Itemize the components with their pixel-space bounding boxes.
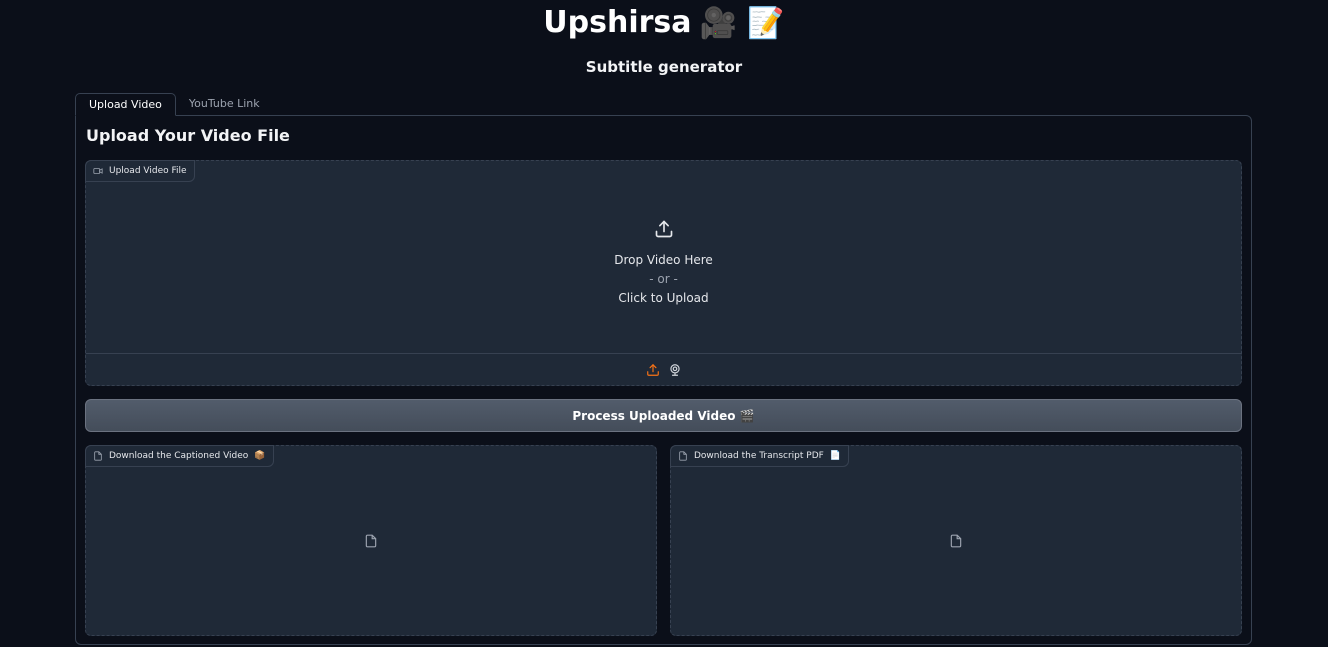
app-subtitle: Subtitle generator <box>585 58 743 76</box>
transcript-pdf-output: Download the Transcript PDF 📄 <box>670 445 1242 636</box>
upload-source-icon[interactable] <box>646 363 660 377</box>
process-button-label: Process Uploaded Video <box>572 408 736 423</box>
tab-bar: Upload Video YouTube Link <box>75 93 273 116</box>
video-camera-icon <box>93 168 103 174</box>
drop-video-text: Drop Video Here <box>614 253 713 267</box>
video-upload-dropzone[interactable]: Upload Video File Drop Video Here - or -… <box>85 160 1242 386</box>
source-selector <box>86 353 1241 385</box>
webcam-icon[interactable] <box>668 363 682 377</box>
title-emoji: 🎥 📝 <box>699 5 785 41</box>
transcript-pdf-label: Download the Transcript PDF 📄 <box>670 445 850 467</box>
or-separator: - or - <box>649 272 678 286</box>
empty-file-icon <box>365 534 377 547</box>
tab-upload-video[interactable]: Upload Video <box>75 93 176 116</box>
upload-arrow-icon <box>655 220 672 238</box>
app-title-text: Upshirsa <box>543 5 692 40</box>
captioned-video-label: Download the Captioned Video 📦 <box>85 445 274 467</box>
file-icon <box>94 451 102 461</box>
empty-file-icon <box>950 534 962 547</box>
upload-tab-panel: Upload Your Video File Upload Video File… <box>75 115 1252 645</box>
captioned-video-label-text: Download the Captioned Video <box>109 451 249 461</box>
video-input-label: Upload Video File <box>85 160 195 182</box>
process-video-button[interactable]: Process Uploaded Video 🎬 <box>85 399 1242 432</box>
captioned-video-output: Download the Captioned Video 📦 <box>85 445 657 636</box>
video-input-label-text: Upload Video File <box>109 166 187 176</box>
tab-youtube-link[interactable]: YouTube Link <box>176 93 273 116</box>
section-heading: Upload Your Video File <box>86 126 290 145</box>
transcript-pdf-label-text: Download the Transcript PDF <box>694 451 824 461</box>
file-icon <box>679 451 687 461</box>
app-title: Upshirsa 🎥 📝 <box>0 2 1328 45</box>
click-to-upload-text: Click to Upload <box>618 291 709 305</box>
dropzone-prompt[interactable]: Drop Video Here - or - Click to Upload <box>86 219 1241 308</box>
clapper-icon: 🎬 <box>739 408 755 423</box>
document-icon: 📄 <box>829 451 842 461</box>
package-icon: 📦 <box>254 451 266 461</box>
